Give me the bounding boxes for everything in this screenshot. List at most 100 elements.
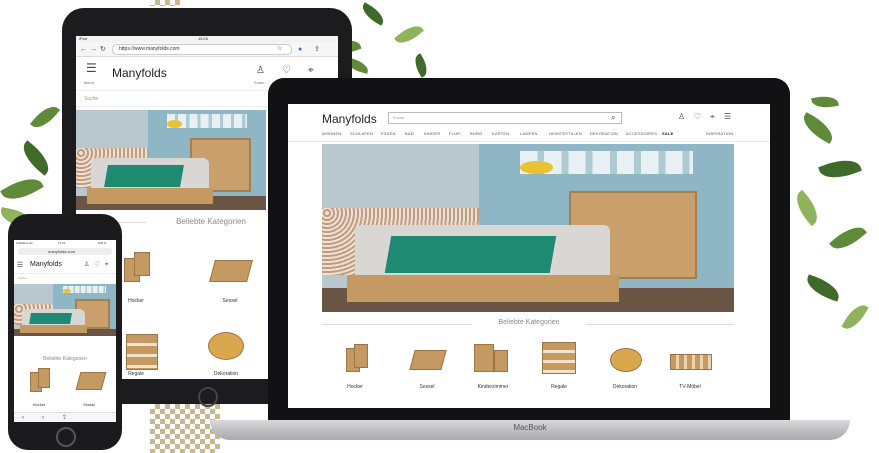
sessel-icon — [409, 350, 447, 370]
user-icon[interactable]: ♙ — [256, 66, 265, 76]
status-battery: 100 % — [98, 241, 107, 245]
hocker-icon-2 — [354, 344, 368, 368]
nav-divider — [288, 141, 770, 142]
account-label: Konto — [254, 80, 265, 85]
forward-icon[interactable]: › — [42, 414, 44, 422]
heart-icon[interactable]: ♡ — [282, 66, 291, 76]
laptop-screen: Manyfolds Suche ⌕ ♙ ♡ ⌖ ☰ WOHNEN SCHLAFE… — [288, 104, 770, 408]
sessel-icon — [75, 372, 107, 390]
nav-item[interactable]: ESSEN — [381, 131, 396, 136]
search-placeholder: Suche — [393, 115, 405, 120]
tablet-url-field[interactable]: https://www.manyfolds.com ☆ — [112, 44, 292, 55]
tablet-hero-image[interactable] — [76, 110, 266, 210]
divider-right — [586, 324, 734, 325]
location-icon[interactable]: ⌖ — [308, 66, 314, 76]
menu-label: Menu — [84, 80, 95, 85]
sessel-icon — [209, 260, 253, 282]
nav-item[interactable]: DEKORATION — [590, 131, 618, 136]
nav-item[interactable]: FLUR — [449, 131, 460, 136]
laptop-search-input[interactable]: Suche ⌕ — [388, 112, 622, 124]
nav-item-sale[interactable]: SALE — [662, 131, 673, 136]
category-label: Sessel — [222, 298, 238, 304]
menu-icon[interactable]: ☰ — [17, 261, 23, 270]
phone-home-button[interactable] — [56, 427, 76, 447]
search-placeholder: Suche — [18, 276, 27, 280]
nav-item[interactable]: INSPIRATION — [706, 131, 733, 136]
category-label: Sessel — [419, 384, 435, 390]
back-icon[interactable]: ← — [80, 45, 87, 54]
phone-site-header: ☰ Manyfolds ♙ ♡ ⌖ — [14, 257, 116, 274]
phone-toolbar: ‹ › ⇪ — [14, 412, 116, 422]
heart-icon[interactable]: ♡ — [94, 261, 99, 270]
back-icon[interactable]: ‹ — [22, 414, 24, 422]
share-icon[interactable]: ⇪ — [62, 414, 67, 422]
reload-icon[interactable]: ↻ — [100, 45, 106, 54]
category-label: Hocker — [347, 384, 363, 390]
search-placeholder: Suche — [84, 96, 99, 102]
category-label: Kinderzimmer — [477, 384, 509, 390]
phone-search-input[interactable]: Suche — [14, 274, 116, 282]
kinderzimmer-icon-2 — [494, 350, 508, 372]
url-text: manyfolds.com — [48, 249, 75, 254]
category-label: Hocker — [32, 402, 46, 407]
phone-url-field[interactable]: manyfolds.com — [18, 248, 112, 255]
phone-hero-image[interactable] — [14, 284, 116, 336]
search-icon[interactable]: ⌕ — [611, 113, 615, 122]
location-icon[interactable]: ⌖ — [105, 261, 108, 270]
url-text: https://www.manyfolds.com — [119, 46, 180, 52]
dekoration-icon — [208, 332, 244, 360]
forward-icon[interactable]: → — [90, 45, 97, 54]
checkered-cloth — [150, 404, 220, 453]
tablet-home-button[interactable] — [198, 387, 218, 407]
nav-item[interactable]: SCHLAFEN — [350, 131, 373, 136]
divider-left — [322, 324, 472, 325]
laptop-device: Manyfolds Suche ⌕ ♙ ♡ ⌖ ☰ WOHNEN SCHLAFE… — [268, 78, 790, 420]
section-title: Beliebte Kategorien — [498, 319, 560, 326]
nav-item[interactable]: BÜRO — [470, 131, 482, 136]
regal-icon — [542, 342, 576, 374]
category-label: Sessel — [82, 402, 95, 407]
microphone-icon[interactable]: ● — [298, 45, 302, 54]
nav-item[interactable]: KARTEN — [492, 131, 509, 136]
user-icon[interactable]: ♙ — [678, 112, 685, 121]
tv-moebel-icon — [670, 354, 712, 370]
checkered-cloth-top — [150, 0, 180, 6]
tablet-browser-bar: ← → ↻ https://www.manyfolds.com ☆ ● ⇪ — [76, 42, 338, 57]
phone-screen: Vodafone.de 17:21 100 % manyfolds.com ☰ … — [14, 240, 116, 422]
nav-item[interactable]: ACCESSOIRES — [626, 131, 657, 136]
hocker-icon-2 — [38, 368, 50, 388]
phone-device: Vodafone.de 17:21 100 % manyfolds.com ☰ … — [8, 214, 122, 450]
regal-icon — [126, 334, 158, 370]
laptop-main-nav: WOHNEN SCHLAFEN ESSEN BAD KINDER FLUR BÜ… — [288, 128, 770, 140]
section-title: Beliebte Kategorien — [43, 356, 87, 362]
status-device: iPad — [79, 36, 88, 41]
category-label: Dekoration — [213, 371, 239, 377]
kinderzimmer-icon — [474, 344, 494, 372]
status-time: 15:25 — [198, 36, 209, 41]
hocker-icon-2 — [134, 252, 150, 276]
section-title: Beliebte Kategorien — [176, 217, 246, 226]
nav-item[interactable]: HEIMTEXTILIEN — [549, 131, 582, 136]
site-logo[interactable]: Manyfolds — [112, 66, 167, 80]
user-icon[interactable]: ♙ — [84, 261, 89, 270]
category-label: Regale — [551, 384, 567, 390]
laptop-hero-image[interactable] — [322, 144, 734, 312]
site-logo[interactable]: Manyfolds — [30, 261, 62, 268]
nav-item[interactable]: KINDER — [424, 131, 440, 136]
nav-item[interactable]: WOHNEN — [322, 131, 341, 136]
heart-icon[interactable]: ♡ — [694, 112, 701, 121]
menu-icon[interactable]: ☰ — [86, 62, 97, 74]
category-label: Dekoration — [612, 384, 638, 390]
status-carrier: Vodafone.de — [16, 241, 33, 245]
star-icon[interactable]: ☆ — [277, 45, 282, 54]
location-icon[interactable]: ⌖ — [710, 112, 715, 121]
category-label: TV-Möbel — [679, 384, 701, 390]
dekoration-icon — [610, 348, 642, 372]
status-time: 17:21 — [58, 241, 66, 245]
nav-item[interactable]: LAMPEN — [520, 131, 538, 136]
phone-status-bar: Vodafone.de 17:21 100 % — [14, 240, 116, 246]
menu-icon[interactable]: ☰ — [724, 112, 731, 121]
share-icon[interactable]: ⇪ — [314, 45, 320, 54]
nav-item[interactable]: BAD — [405, 131, 414, 136]
site-logo[interactable]: Manyfolds — [322, 112, 377, 126]
